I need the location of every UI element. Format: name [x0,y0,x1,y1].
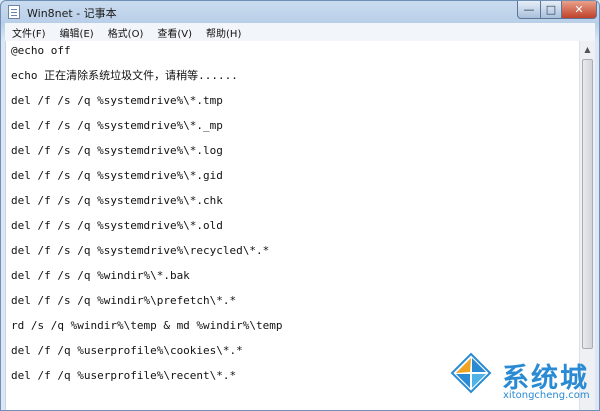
text-line: del /f /s /q %systemdrive%\*.chk [11,194,223,207]
close-button[interactable]: ✕ [561,1,597,19]
site-watermark: 系统城 xitongcheng.com [446,350,596,408]
text-line: del /f /q %userprofile%\cookies\*.* [11,344,243,357]
maximize-button[interactable]: □ [540,1,562,19]
windows-logo-icon [450,352,492,394]
text-line: del /f /s /q %systemdrive%\*.log [11,144,223,157]
text-line: del /f /s /q %windir%\*.bak [11,269,190,282]
notepad-icon[interactable] [8,5,20,19]
editor-text[interactable]: @echo off echo 正在清除系统垃圾文件，请稍等...... del … [11,43,283,393]
text-line: del /f /s /q %systemdrive%\*._mp [11,119,223,132]
watermark-domain: xitongcheng.com [503,390,590,401]
text-line: del /f /s /q %windir%\prefetch\*.* [11,294,237,307]
text-line: @echo off [11,44,71,57]
text-line: del /f /q %userprofile%\recent\*.* [11,369,237,382]
minimize-button[interactable]: — [517,1,541,19]
menu-help[interactable]: 帮助(H) [199,23,248,41]
title-bar[interactable]: Win8net - 记事本 — □ ✕ [1,1,599,23]
menu-edit[interactable]: 编辑(E) [53,23,101,41]
text-line: del /f /s /q %systemdrive%\*.gid [11,169,223,182]
text-line: echo 正在清除系统垃圾文件，请稍等...... [11,69,238,82]
text-line: del /f /s /q %systemdrive%\recycled\*.* [11,244,270,257]
text-line: del /f /s /q %systemdrive%\*.tmp [11,94,223,107]
menu-format[interactable]: 格式(O) [101,23,151,41]
scrollbar-thumb[interactable] [582,59,593,349]
menu-view[interactable]: 查看(V) [150,23,199,41]
window-title: Win8net - 记事本 [27,7,117,20]
menu-bar: 文件(F) 编辑(E) 格式(O) 查看(V) 帮助(H) [5,23,595,42]
text-line: rd /s /q %windir%\temp & md %windir%\tem… [11,319,283,332]
text-line: del /f /s /q %systemdrive%\*.old [11,219,223,232]
menu-file[interactable]: 文件(F) [5,23,53,41]
arrow-up-icon[interactable]: ▲ [580,41,595,57]
